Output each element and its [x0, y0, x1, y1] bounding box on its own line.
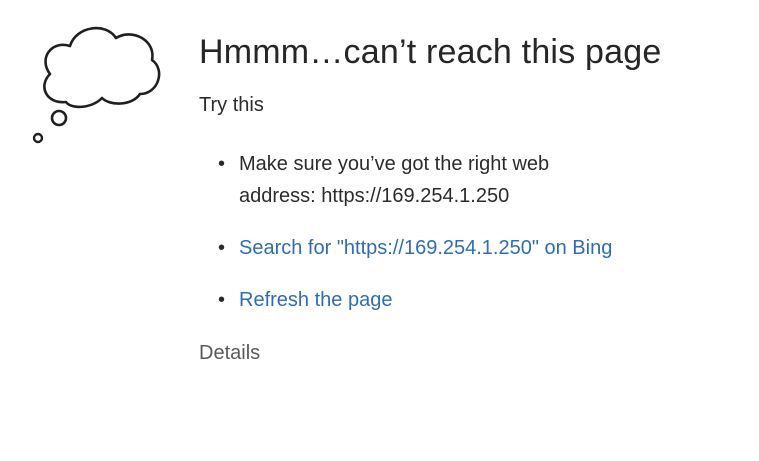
bullet: • — [218, 237, 226, 259]
suggestion-refresh: • Refresh the page — [199, 284, 739, 316]
suggestion-search-bing: • Search for "https://169.254.1.250" on … — [199, 232, 739, 264]
suggestion-text-line1: Make sure you’ve got the right web — [239, 153, 550, 175]
refresh-page-link[interactable]: Refresh the page — [239, 289, 392, 311]
thought-cloud-icon — [32, 26, 161, 144]
page-title: Hmmm…can’t reach this page — [199, 33, 662, 71]
suggestion-check-address: • Make sure you’ve got the right web add… — [199, 148, 739, 212]
error-content: Hmmm…can’t reach this page Try this • Ma… — [199, 30, 739, 366]
error-page: Hmmm…can’t reach this page Try this • Ma… — [0, 0, 759, 461]
search-bing-link[interactable]: Search for "https://169.254.1.250" on Bi… — [239, 237, 612, 259]
suggestion-text-line2: address: https://169.254.1.250 — [239, 185, 510, 207]
bullet: • — [218, 289, 226, 311]
bullet: • — [218, 153, 226, 175]
try-this-heading: Try this — [199, 94, 264, 116]
suggestions-list: • Make sure you’ve got the right web add… — [199, 148, 739, 316]
details-button[interactable]: Details — [199, 340, 739, 366]
